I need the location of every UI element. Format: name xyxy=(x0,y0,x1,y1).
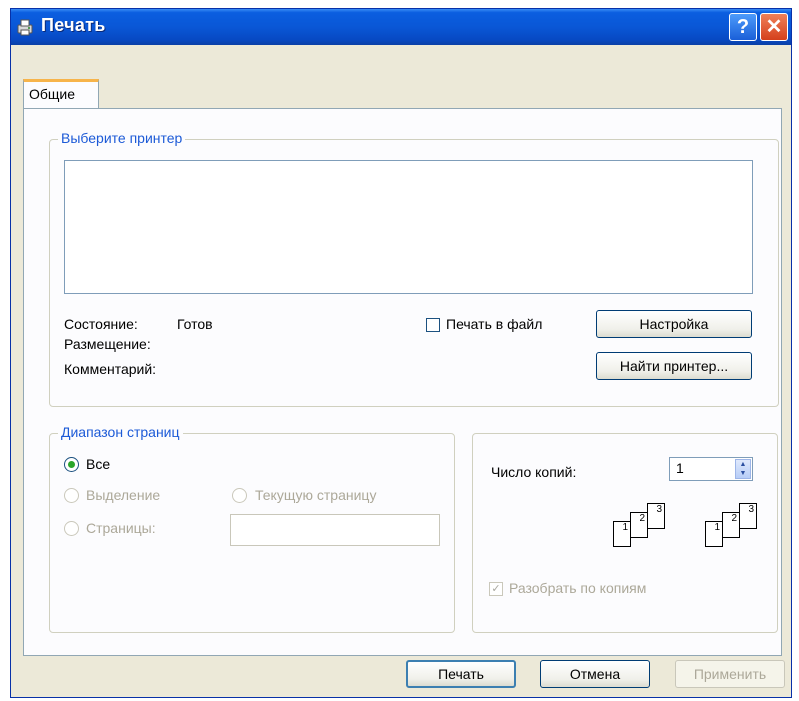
window-title: Печать xyxy=(41,15,106,35)
location-label: Размещение: xyxy=(64,336,151,352)
printer-group: Выберите принтер Состояние: Готов Размещ… xyxy=(49,130,779,407)
print-to-file-checkbox[interactable] xyxy=(426,318,440,332)
status-value: Готов xyxy=(177,316,213,332)
page-3-icon: 3 xyxy=(647,503,665,529)
range-selection-radio[interactable] xyxy=(64,488,79,503)
range-current-page-radio[interactable] xyxy=(232,488,247,503)
printer-icon xyxy=(17,19,33,36)
spin-down-icon[interactable]: ▼ xyxy=(736,469,750,478)
range-all-radio[interactable] xyxy=(64,457,79,472)
spin-up-icon[interactable]: ▲ xyxy=(736,460,750,469)
copies-label: Число копий: xyxy=(491,464,577,480)
tab-panel-general: Выберите принтер Состояние: Готов Размещ… xyxy=(23,108,782,656)
spin-buttons[interactable]: ▲ ▼ xyxy=(735,459,751,479)
help-button[interactable]: ? xyxy=(729,13,757,41)
copies-value: 1 xyxy=(676,460,684,476)
comment-label: Комментарий: xyxy=(64,361,157,377)
tab-general[interactable]: Общие xyxy=(23,79,99,109)
collate-label[interactable]: Разобрать по копиям xyxy=(509,580,646,596)
printer-list[interactable] xyxy=(64,160,753,294)
close-icon: ✕ xyxy=(765,16,783,38)
copies-stepper[interactable]: 1 ▲ ▼ xyxy=(669,457,753,481)
close-button[interactable]: ✕ xyxy=(760,13,788,41)
range-current-page-label[interactable]: Текущую страницу xyxy=(255,487,376,503)
range-pages-label[interactable]: Страницы: xyxy=(86,520,156,536)
collate-checkbox[interactable]: ✓ xyxy=(489,582,503,596)
print-dialog: Печать ? ✕ Общие Выберите принтер Состоя… xyxy=(10,8,792,698)
page-range-legend: Диапазон страниц xyxy=(58,424,183,440)
range-pages-radio[interactable] xyxy=(64,521,79,536)
title-bar[interactable]: Печать ? ✕ xyxy=(11,9,791,45)
help-icon: ? xyxy=(736,16,750,38)
page-3-icon: 3 xyxy=(739,503,757,529)
find-printer-button[interactable]: Найти принтер... xyxy=(596,352,752,380)
page-2-icon: 2 xyxy=(722,512,740,538)
page-range-group: Диапазон страниц Все Выделение Текущую с… xyxy=(49,424,455,633)
pages-input[interactable] xyxy=(230,514,440,546)
cancel-button[interactable]: Отмена xyxy=(540,660,650,688)
copies-group: Число копий: 1 ▲ ▼ 3 2 1 3 2 1 ✓ Разобра… xyxy=(472,433,778,633)
status-label: Состояние: xyxy=(64,316,138,332)
print-to-file-label[interactable]: Печать в файл xyxy=(446,316,542,332)
apply-button[interactable]: Применить xyxy=(675,660,785,688)
printer-group-legend: Выберите принтер xyxy=(58,130,186,146)
page-2-icon: 2 xyxy=(630,512,648,538)
print-button[interactable]: Печать xyxy=(406,660,516,688)
range-all-label[interactable]: Все xyxy=(86,456,110,472)
page-1-icon: 1 xyxy=(613,521,631,547)
settings-button[interactable]: Настройка xyxy=(596,310,752,338)
range-selection-label[interactable]: Выделение xyxy=(86,487,160,503)
page-1-icon: 1 xyxy=(705,521,723,547)
